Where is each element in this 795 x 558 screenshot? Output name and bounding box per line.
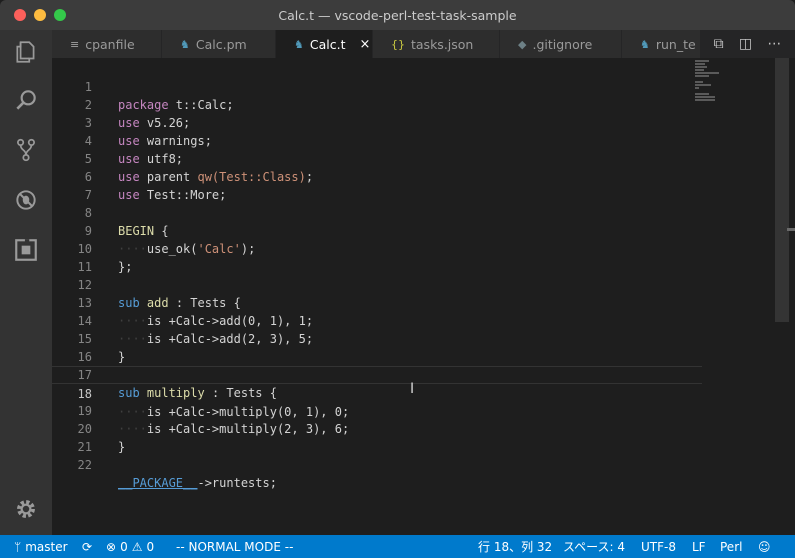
source-control-icon[interactable] (0, 128, 52, 172)
split-editor-icon[interactable]: ◫ (739, 36, 752, 52)
more-actions-icon[interactable]: ⋯ (767, 36, 781, 52)
code-line: 5 use parent qw(Test::Class); (52, 132, 702, 184)
close-tab-icon[interactable]: × (359, 37, 370, 52)
cursor-position[interactable]: 行 18、列 32 (478, 535, 552, 558)
problems-indicator[interactable]: ⊗ 0 ⚠ 0 (106, 535, 154, 558)
code-line: 6 use Test::More; (52, 150, 702, 202)
tab-label: .gitignore (532, 36, 593, 52)
code-line: 3 use warnings; (52, 96, 702, 148)
code-text: ->runtests; (197, 476, 277, 490)
code-line: 7 (52, 168, 702, 202)
tab-label: run_te (655, 36, 696, 52)
indentation-setting[interactable]: スペース: 4 (563, 535, 625, 558)
code-line: 15 } (52, 312, 702, 364)
code-line: 8 BEGIN { (52, 186, 702, 238)
eol-text: LF (692, 539, 706, 554)
tab-label: Calc.pm (195, 36, 247, 52)
code-line: 22 __PACKAGE__->runtests; (52, 438, 702, 490)
status-bar: ᛘ master ⟳ ⊗ 0 ⚠ 0 -- NORMAL MODE -- 行 1… (0, 535, 795, 558)
tab-calc-t[interactable]: ♞ Calc.t × (276, 30, 373, 58)
code-line: 20 } (52, 402, 702, 454)
tab-label: tasks.json (411, 36, 474, 52)
camel-icon: ♞ (640, 37, 650, 51)
position-text: 行 18、列 32 (478, 540, 553, 554)
sync-button[interactable]: ⟳ (82, 535, 92, 558)
code-line: 19 ····is +Calc->multiply(2, 3), 6; (52, 384, 702, 436)
error-icon: ⊗ (106, 539, 117, 554)
title-bar: Calc.t — vscode-perl-test-task-sample (0, 0, 795, 30)
debug-icon[interactable] (0, 178, 52, 222)
editor-actions: ⧉ ◫ ⋯ (700, 30, 795, 58)
editor-tabs: ≡ cpanfile ♞ Calc.pm ♞ Calc.t × {} tasks… (52, 30, 795, 58)
code-line: 1 package t::Calc; (52, 60, 702, 112)
package-token: __PACKAGE__ (118, 476, 198, 490)
code-line: 9 ····use_ok('Calc'); (52, 204, 702, 256)
tab-label: cpanfile (85, 36, 135, 52)
window-title: Calc.t — vscode-perl-test-task-sample (278, 7, 517, 23)
activity-bar (0, 30, 52, 535)
warning-count: 0 (146, 539, 155, 554)
text-cursor-icon: I (410, 381, 415, 397)
warning-icon: ⚠ (131, 539, 143, 554)
tab-run-test[interactable]: ♞ run_te (622, 30, 702, 58)
extensions-icon[interactable] (0, 228, 52, 272)
tab-label: Calc.t (309, 36, 346, 52)
tab-cpanfile[interactable]: ≡ cpanfile (52, 30, 162, 58)
camel-icon: ♞ (180, 37, 190, 51)
list-icon: ≡ (70, 37, 80, 51)
indent-text: スペース: 4 (563, 540, 626, 554)
minimap[interactable] (695, 60, 735, 110)
code-line: 17 sub multiply : Tests { (52, 348, 702, 400)
code-line: 11 (52, 240, 702, 274)
branch-name: master (25, 539, 68, 554)
maximize-window-button[interactable] (54, 9, 66, 21)
minimize-window-button[interactable] (34, 9, 46, 21)
close-window-button[interactable] (14, 9, 26, 21)
settings-gear-icon[interactable] (0, 487, 52, 531)
code-line: 13 ····is +Calc->add(0, 1), 1; (52, 276, 702, 328)
camel-icon: ♞ (294, 37, 304, 51)
tab-tasks-json[interactable]: {} tasks.json (373, 30, 500, 58)
code-line: 10 }; (52, 222, 702, 274)
diamond-icon: ◆ (518, 37, 527, 51)
code-line: 2 use v5.26; (52, 78, 702, 130)
code-line: 12 sub add : Tests { (52, 258, 702, 310)
code-editor[interactable]: 1 package t::Calc; 2 use v5.26; 3 use wa… (52, 58, 795, 535)
search-icon[interactable] (0, 78, 52, 122)
line-number: 22 (77, 458, 92, 472)
encoding-text: UTF-8 (641, 539, 676, 554)
tab-calc-pm[interactable]: ♞ Calc.pm (162, 30, 276, 58)
git-branch-icon: ᛘ (14, 539, 22, 554)
window-controls (14, 9, 66, 21)
error-count: 0 (120, 539, 128, 554)
braces-icon: {} (391, 37, 405, 51)
language-text: Perl (720, 539, 743, 554)
code-line: 4 use utf8; (52, 114, 702, 166)
code-line: 14 ····is +Calc->add(2, 3), 5; (52, 294, 702, 346)
explorer-icon[interactable] (0, 30, 52, 74)
encoding-setting[interactable]: UTF-8 (641, 535, 676, 558)
current-code-line: 18 ····is +Calc->multiply(0, 1), 0; (52, 366, 702, 419)
sync-icon: ⟳ (82, 539, 93, 554)
feedback-button[interactable]: ☺ (758, 535, 771, 558)
eol-setting[interactable]: LF (692, 535, 706, 558)
open-preview-icon[interactable]: ⧉ (714, 36, 724, 52)
code-line: 16 (52, 330, 702, 364)
code-line: 21 (52, 420, 702, 454)
mode-text: -- NORMAL MODE -- (176, 539, 294, 554)
overview-ruler-marker (787, 228, 795, 231)
language-mode[interactable]: Perl (720, 535, 742, 558)
smiley-icon: ☺ (758, 539, 771, 554)
tab-gitignore[interactable]: ◆ .gitignore (500, 30, 622, 58)
vim-mode-indicator: -- NORMAL MODE -- (176, 535, 293, 558)
vertical-scrollbar[interactable] (775, 58, 789, 322)
branch-indicator[interactable]: ᛘ master (14, 535, 68, 558)
